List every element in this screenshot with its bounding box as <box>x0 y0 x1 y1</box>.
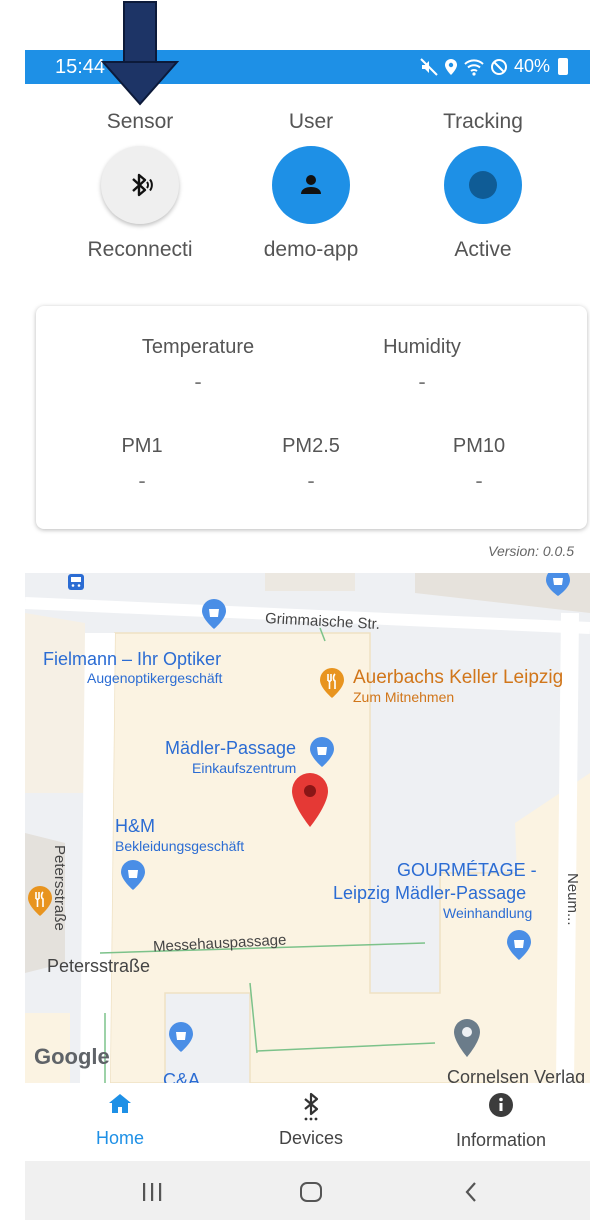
wifi-icon <box>464 58 484 76</box>
poi-gourmetage-type: Weinhandlung <box>443 905 533 921</box>
status-time: 15:44 <box>55 56 106 78</box>
user-caption: demo-app <box>263 238 359 261</box>
recent-apps-icon[interactable] <box>140 1181 164 1203</box>
tracking-caption: Active <box>454 238 512 261</box>
humidity-label: Humidity <box>383 336 461 358</box>
bluetooth-icon <box>304 1092 319 1121</box>
home-icon <box>109 1094 131 1113</box>
nav-devices[interactable]: Devices <box>236 1091 386 1149</box>
system-navigation-bar <box>25 1161 590 1220</box>
poi-cornelsen-name[interactable]: Cornelsen Verlag <box>447 1067 585 1083</box>
poi-ca-name[interactable]: C&A <box>163 1070 200 1083</box>
nav-home[interactable]: Home <box>45 1091 195 1149</box>
battery-percent: 40% <box>513 56 550 76</box>
poi-maedler-name[interactable]: Mädler-Passage <box>165 738 296 759</box>
version-label: Version: 0.0.5 <box>488 543 574 559</box>
sensor-status: Sensor Reconnecti <box>60 108 220 262</box>
info-icon <box>489 1093 513 1117</box>
home-system-icon[interactable] <box>299 1180 323 1204</box>
person-icon <box>301 175 321 194</box>
pm1-value: - <box>138 468 146 493</box>
shopping-pin-icon[interactable] <box>309 736 335 768</box>
humidity-reading: Humidity - <box>352 336 492 395</box>
poi-maedler-type: Einkaufszentrum <box>192 760 297 776</box>
place-pin-icon[interactable] <box>453 1018 481 1058</box>
bus-stop-icon[interactable] <box>67 573 85 591</box>
sensor-caption: Reconnecti <box>87 238 193 261</box>
google-logo: Google <box>34 1044 110 1069</box>
battery-icon <box>558 58 568 75</box>
status-icons: 40% <box>420 56 568 77</box>
pm25-value: - <box>307 468 315 493</box>
pm10-value: - <box>475 468 483 493</box>
user-title: User <box>288 110 334 133</box>
temperature-value: - <box>194 369 202 394</box>
poi-gourmetage-name-line2[interactable]: Leipzig Mädler-Passage <box>333 883 526 904</box>
poi-hm-name[interactable]: H&M <box>115 816 155 837</box>
sensor-title: Sensor <box>106 110 174 133</box>
location-marker-icon[interactable] <box>291 772 329 828</box>
bottom-navigation: Home Devices Information <box>25 1083 590 1161</box>
back-icon[interactable] <box>462 1180 480 1204</box>
poi-fielmann-name[interactable]: Fielmann – Ihr Optiker <box>43 649 221 670</box>
tracking-status: Tracking Active <box>403 108 563 262</box>
shopping-pin-icon[interactable] <box>120 859 146 891</box>
poi-auerbachs-name[interactable]: Auerbachs Keller Leipzig <box>353 667 563 689</box>
bluetooth-searching-icon <box>132 173 153 197</box>
nav-information[interactable]: Information <box>426 1091 576 1151</box>
map-view[interactable]: Grimmaische Str. Petersstraße Messehausp… <box>25 573 590 1083</box>
shopping-pin-icon[interactable] <box>506 929 532 961</box>
user-button[interactable] <box>272 146 350 224</box>
temperature-label: Temperature <box>141 336 255 358</box>
do-not-disturb-icon <box>490 58 507 75</box>
user-status: User demo-app <box>231 108 391 262</box>
temperature-reading: Temperature - <box>128 336 268 395</box>
pm10-reading: PM10 - <box>429 435 529 494</box>
nav-information-label: Information <box>455 1130 547 1150</box>
tracking-dot-icon <box>469 171 497 199</box>
tracking-title: Tracking <box>443 110 523 133</box>
mute-icon <box>420 57 438 76</box>
location-icon <box>444 58 457 75</box>
nav-home-label: Home <box>95 1128 144 1148</box>
sensor-button[interactable] <box>101 146 179 224</box>
readings-card: Temperature - Humidity - PM1 - PM2.5 - P… <box>36 306 587 529</box>
poi-auerbachs-type: Zum Mitnehmen <box>353 689 455 705</box>
poi-gourmetage-name-line1[interactable]: GOURMÉTAGE - <box>397 860 537 881</box>
poi-fielmann-type: Augenoptikergeschäft <box>87 670 223 686</box>
street-label-petersstrasse-vertical: Petersstraße <box>51 845 68 931</box>
annotation-arrow-down <box>100 1 180 106</box>
pm25-reading: PM2.5 - <box>261 435 361 494</box>
pm10-label: PM10 <box>452 435 506 457</box>
shopping-pin-icon[interactable] <box>545 573 571 597</box>
pm1-reading: PM1 - <box>92 435 192 494</box>
poi-hm-type: Bekleidungsgeschäft <box>115 838 245 854</box>
pm25-label: PM2.5 <box>282 435 340 457</box>
restaurant-pin-icon[interactable] <box>27 885 53 917</box>
pm1-label: PM1 <box>121 435 163 457</box>
tracking-button[interactable] <box>444 146 522 224</box>
humidity-value: - <box>418 369 426 394</box>
restaurant-pin-icon[interactable] <box>319 667 345 699</box>
street-label-petersstrasse: Petersstraße <box>47 956 151 976</box>
shopping-pin-icon[interactable] <box>201 598 227 630</box>
nav-devices-label: Devices <box>278 1128 344 1148</box>
shopping-pin-icon[interactable] <box>168 1021 194 1053</box>
street-label-neumarkt: Neum... <box>564 873 581 926</box>
